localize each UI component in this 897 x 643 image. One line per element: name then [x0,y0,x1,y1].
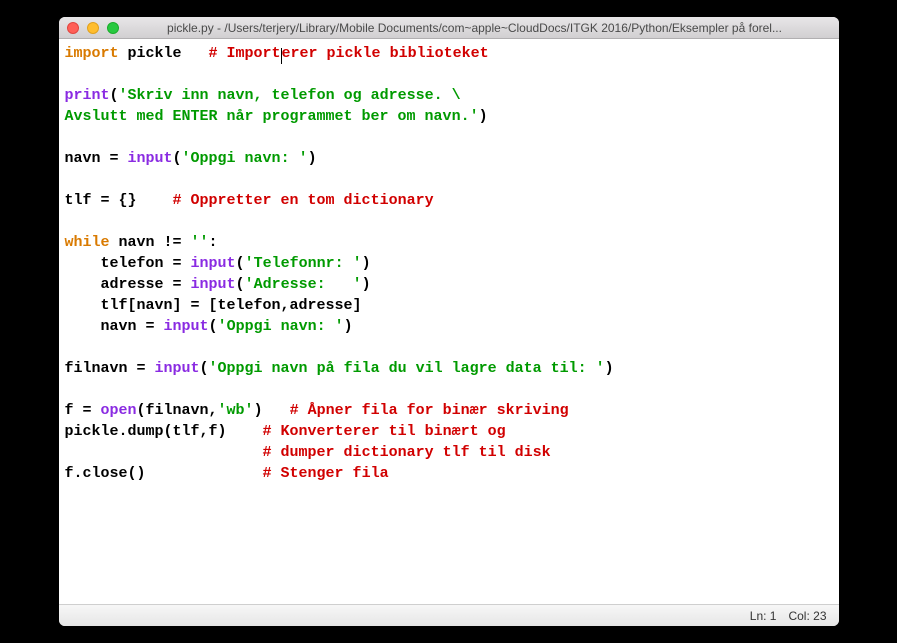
status-col: Col: 23 [788,609,826,623]
code-text: ) [605,360,614,377]
comment: # Oppretter en tom dictionary [173,192,434,209]
code-text: ) [362,255,371,272]
builtin: input [191,276,236,293]
builtin: input [164,318,209,335]
comment: # Importerer pickle biblioteket [209,45,489,62]
code-text: ( [110,87,119,104]
traffic-lights [67,22,119,34]
window-title: pickle.py - /Users/terjery/Library/Mobil… [119,21,831,35]
code-text: navn = [65,318,164,335]
code-text: pickle [119,45,209,62]
string: 'Oppgi navn: ' [182,150,308,167]
code-text: ) [254,402,290,419]
code-text: ( [173,150,182,167]
keyword: while [65,234,110,251]
string: 'Telefonnr: ' [245,255,362,272]
comment: # Stenger fila [263,465,389,482]
code-text: f = [65,402,101,419]
string: 'Oppgi navn på fila du vil lagre data ti… [209,360,605,377]
code-text: adresse = [65,276,191,293]
status-bar: Ln: 1 Col: 23 [59,604,839,626]
string: 'Oppgi navn: ' [218,318,344,335]
text-cursor [281,48,282,64]
string: '' [191,234,209,251]
builtin: input [155,360,200,377]
code-text [65,444,263,461]
code-text: tlf[navn] = [telefon,adresse] [65,297,362,314]
status-line: Ln: 1 [750,609,777,623]
comment: # Konverterer til binært og [263,423,506,440]
code-text: ( [236,276,245,293]
builtin: input [191,255,236,272]
minimize-icon[interactable] [87,22,99,34]
code-text: (filnavn, [137,402,218,419]
code-text: navn != [110,234,191,251]
builtin: input [128,150,173,167]
editor-window: pickle.py - /Users/terjery/Library/Mobil… [59,17,839,626]
code-text: filnavn = [65,360,155,377]
code-text: navn = [65,150,128,167]
string: 'Adresse: ' [245,276,362,293]
code-text: ) [362,276,371,293]
string: Avslutt med ENTER når programmet ber om … [65,108,479,125]
code-text: f.close() [65,465,263,482]
code-editor[interactable]: import pickle # Importerer pickle biblio… [59,39,839,604]
string: 'wb' [218,402,254,419]
code-text: ( [236,255,245,272]
keyword: import [65,45,119,62]
code-text: pickle.dump(tlf,f) [65,423,263,440]
close-icon[interactable] [67,22,79,34]
zoom-icon[interactable] [107,22,119,34]
code-text: ( [200,360,209,377]
code-text: ) [479,108,488,125]
titlebar: pickle.py - /Users/terjery/Library/Mobil… [59,17,839,39]
code-text: ( [209,318,218,335]
builtin: print [65,87,110,104]
code-text: ) [308,150,317,167]
code-text: ) [344,318,353,335]
builtin: open [101,402,137,419]
code-text: telefon = [65,255,191,272]
comment: # dumper dictionary tlf til disk [263,444,551,461]
comment: # Åpner fila for binær skriving [290,402,569,419]
code-text: tlf = {} [65,192,173,209]
string: 'Skriv inn navn, telefon og adresse. \ [119,87,461,104]
code-text: : [209,234,218,251]
